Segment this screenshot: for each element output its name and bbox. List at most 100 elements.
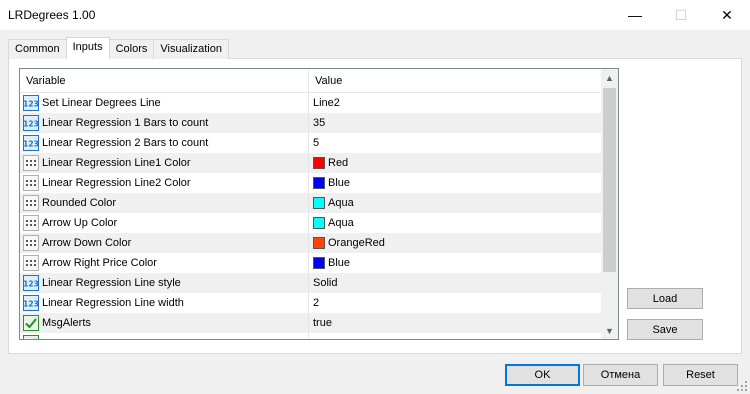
table-row[interactable]: MsgAlerts true <box>20 313 601 333</box>
table-row[interactable]: Rounded Color Aqua <box>20 193 601 213</box>
tab-colors[interactable]: Colors <box>108 39 155 59</box>
scroll-thumb[interactable] <box>603 88 616 272</box>
value-cell[interactable]: Aqua <box>309 213 601 233</box>
color-swatch <box>313 217 325 229</box>
value-cell[interactable] <box>309 333 601 339</box>
table-row[interactable]: Linear Regression Line1 Color Red <box>20 153 601 173</box>
variable-cell: MsgAlerts <box>20 313 309 333</box>
value-cell[interactable]: Blue <box>309 253 601 273</box>
table-row[interactable]: Arrow Right Price Color Blue <box>20 253 601 273</box>
tab-inputs[interactable]: Inputs <box>65 37 110 59</box>
value-cell[interactable]: 35 <box>309 113 601 133</box>
color-icon <box>23 175 39 191</box>
color-swatch <box>313 157 325 169</box>
value-text: 35 <box>313 117 326 129</box>
variable-label: Linear Regression Line style <box>42 277 181 289</box>
table-row[interactable]: Arrow Up Color Aqua <box>20 213 601 233</box>
table-row[interactable] <box>20 333 601 339</box>
value-text: OrangeRed <box>328 237 385 249</box>
variable-cell: Arrow Up Color <box>20 213 309 233</box>
value-text: Red <box>328 157 349 169</box>
tab-strip: Common Inputs Colors Visualization <box>8 37 229 59</box>
value-text: 5 <box>313 137 320 149</box>
value-text: Aqua <box>328 197 354 209</box>
svg-text:123: 123 <box>23 280 39 289</box>
grid-rows: 123 Set Linear Degrees Line Line2 123 Linear… <box>20 93 601 339</box>
maximize-button: ☐ <box>674 6 688 23</box>
close-button[interactable]: ✕ <box>704 0 750 30</box>
color-swatch <box>313 237 325 249</box>
variable-cell: 123 Linear Regression Line style <box>20 273 309 293</box>
svg-text:123: 123 <box>23 100 39 109</box>
grid-header: Variable Value <box>20 69 601 93</box>
color-swatch <box>313 197 325 209</box>
value-text: Solid <box>313 277 338 289</box>
variable-label: Linear Regression 1 Bars to count <box>42 117 209 129</box>
reset-button[interactable]: Reset <box>663 364 738 386</box>
table-row[interactable]: 123 Linear Regression Line style Solid <box>20 273 601 293</box>
color-icon <box>23 235 39 251</box>
resize-grip-icon[interactable] <box>737 381 748 392</box>
number-icon: 123 <box>23 295 39 311</box>
value-text: Line2 <box>313 97 340 109</box>
number-icon: 123 <box>23 115 39 131</box>
window-title: LRDegrees 1.00 <box>8 8 96 22</box>
column-header-variable[interactable]: Variable <box>20 69 309 93</box>
ok-button[interactable]: OK <box>505 364 580 386</box>
scroll-down-icon[interactable]: ▼ <box>601 322 618 339</box>
value-text: 2 <box>313 297 320 309</box>
variable-cell: Arrow Down Color <box>20 233 309 253</box>
variable-cell: Arrow Right Price Color <box>20 253 309 273</box>
cancel-button[interactable]: Отмена <box>583 364 658 386</box>
variable-label: Linear Regression Line1 Color <box>42 157 191 169</box>
value-cell[interactable]: Aqua <box>309 193 601 213</box>
variable-cell: Linear Regression Line1 Color <box>20 153 309 173</box>
tab-common[interactable]: Common <box>8 39 67 59</box>
variable-cell <box>20 333 309 339</box>
variable-label: Arrow Right Price Color <box>42 257 157 269</box>
table-row[interactable]: Arrow Down Color OrangeRed <box>20 233 601 253</box>
title-bar: LRDegrees 1.00 — ☐ ✕ <box>0 0 750 30</box>
variable-label: Linear Regression Line2 Color <box>42 177 191 189</box>
scroll-up-icon[interactable]: ▲ <box>601 69 618 86</box>
inputs-grid[interactable]: Variable Value 123 Set Linear Degrees Lin… <box>19 68 619 340</box>
color-swatch <box>313 257 325 269</box>
color-icon <box>23 155 39 171</box>
table-row[interactable]: 123 Linear Regression 2 Bars to count 5 <box>20 133 601 153</box>
svg-text:123: 123 <box>23 300 39 309</box>
value-cell[interactable]: Solid <box>309 273 601 293</box>
value-cell[interactable]: 5 <box>309 133 601 153</box>
value-cell[interactable]: true <box>309 313 601 333</box>
value-cell[interactable]: Red <box>309 153 601 173</box>
column-header-value[interactable]: Value <box>309 69 601 93</box>
value-cell[interactable]: OrangeRed <box>309 233 601 253</box>
value-text: true <box>313 317 332 329</box>
svg-text:123: 123 <box>23 140 39 149</box>
value-cell[interactable]: Line2 <box>309 93 601 113</box>
color-icon <box>23 195 39 211</box>
variable-label: Arrow Up Color <box>42 217 118 229</box>
value-cell[interactable]: 2 <box>309 293 601 313</box>
minimize-button[interactable]: — <box>612 0 658 30</box>
variable-label: Linear Regression Line width <box>42 297 184 309</box>
table-row[interactable]: 123 Set Linear Degrees Line Line2 <box>20 93 601 113</box>
variable-label: Arrow Down Color <box>42 237 132 249</box>
tab-visualization[interactable]: Visualization <box>153 39 229 59</box>
variable-label: Linear Regression 2 Bars to count <box>42 137 209 149</box>
variable-label: MsgAlerts <box>42 317 91 329</box>
load-button[interactable]: Load <box>627 288 703 309</box>
variable-cell: 123 Linear Regression 2 Bars to count <box>20 133 309 153</box>
number-icon: 123 <box>23 135 39 151</box>
table-row[interactable]: 123 Linear Regression 1 Bars to count 35 <box>20 113 601 133</box>
value-text: Blue <box>328 257 351 269</box>
table-row[interactable]: 123 Linear Regression Line width 2 <box>20 293 601 313</box>
number-icon: 123 <box>23 95 39 111</box>
value-cell[interactable]: Blue <box>309 173 601 193</box>
value-text: Aqua <box>328 217 354 229</box>
vertical-scrollbar[interactable]: ▲ ▼ <box>601 69 618 339</box>
table-row[interactable]: Linear Regression Line2 Color Blue <box>20 173 601 193</box>
bool-icon <box>23 315 39 331</box>
variable-cell: 123 Linear Regression 1 Bars to count <box>20 113 309 133</box>
variable-label: Rounded Color <box>42 197 116 209</box>
save-button[interactable]: Save <box>627 319 703 340</box>
